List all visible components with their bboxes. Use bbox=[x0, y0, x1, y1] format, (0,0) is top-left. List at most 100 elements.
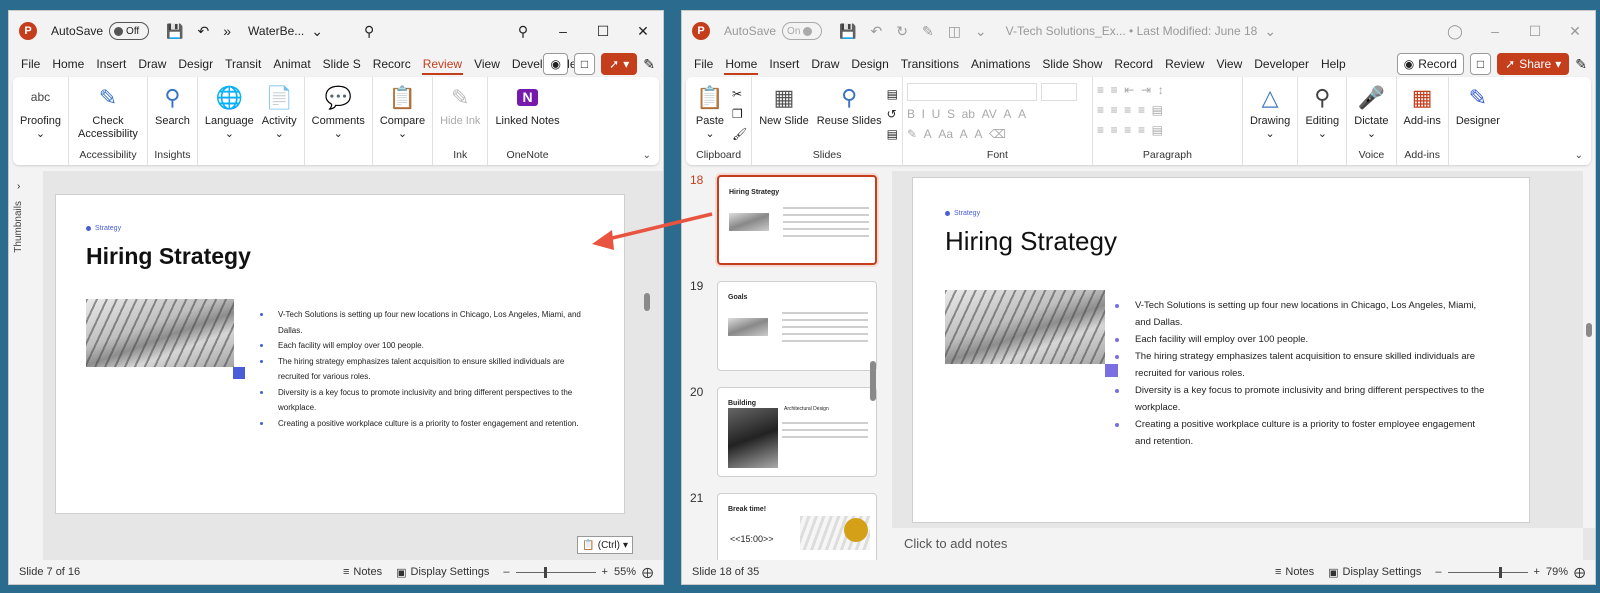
tab-animations[interactable]: Animat bbox=[267, 51, 316, 77]
display-settings-button[interactable]: ▣ Display Settings bbox=[1328, 566, 1421, 579]
check-accessibility-button[interactable]: ✎ Check Accessibility bbox=[73, 81, 143, 149]
tab-insert[interactable]: Insert bbox=[763, 51, 805, 77]
zoom-level[interactable]: 55% bbox=[614, 566, 636, 578]
document-title[interactable]: V-Tech Solutions_Ex... • Last Modified: … bbox=[1006, 24, 1258, 38]
addins-button[interactable]: ▦ Add-ins bbox=[1401, 81, 1444, 149]
vertical-scrollbar-thumb[interactable] bbox=[644, 293, 650, 311]
font-color-icons[interactable]: ✎ A Aa A A ⌫ bbox=[907, 127, 1088, 141]
tab-developer[interactable]: Developer bbox=[1248, 51, 1315, 77]
compare-button[interactable]: 📋 Compare ⌄ bbox=[377, 81, 428, 149]
linked-notes-button[interactable]: N Linked Notes bbox=[492, 81, 562, 149]
lightbulb-icon[interactable]: ⚲ bbox=[503, 23, 543, 40]
align-icons[interactable]: ≡ ≡ ≡ ≡ ▤ bbox=[1097, 123, 1238, 137]
format-painter-icon[interactable]: 🖌 bbox=[732, 127, 747, 141]
tab-file[interactable]: File bbox=[688, 51, 719, 77]
copy-icon[interactable]: ❐ bbox=[732, 107, 747, 121]
dictate-button[interactable]: 🎤 Dictate ⌄ bbox=[1351, 81, 1391, 149]
tab-review[interactable]: Review bbox=[1159, 51, 1210, 77]
search-button[interactable]: ⚲ Search bbox=[152, 81, 193, 149]
lightbulb-icon[interactable]: ◯ bbox=[1435, 23, 1475, 40]
zoom-level[interactable]: 79% bbox=[1546, 566, 1568, 578]
zoom-slider-knob[interactable] bbox=[544, 566, 548, 578]
slide-title[interactable]: Hiring Strategy bbox=[86, 243, 251, 270]
tab-draw[interactable]: Draw bbox=[805, 51, 845, 77]
pen-icon[interactable]: ✎ bbox=[922, 23, 934, 40]
comments-button[interactable]: □ bbox=[573, 53, 596, 75]
zoom-control[interactable]: – + 79% ⨁ bbox=[1435, 566, 1585, 579]
autosave-toggle[interactable]: Off bbox=[109, 22, 150, 40]
file-name[interactable]: WaterBe... bbox=[248, 24, 304, 38]
undo-icon[interactable]: ↶ bbox=[197, 23, 209, 40]
record-button[interactable]: ◉ bbox=[543, 53, 568, 75]
redo-icon[interactable]: ↻ bbox=[896, 23, 908, 40]
zoom-in-icon[interactable]: + bbox=[1534, 566, 1540, 578]
undo-icon[interactable]: ↶ bbox=[870, 23, 882, 40]
thumbnail-slide-19[interactable]: Goals bbox=[717, 281, 877, 371]
collapse-ribbon-icon[interactable]: ⌄ bbox=[643, 150, 651, 161]
tab-file[interactable]: File bbox=[15, 51, 46, 77]
tab-transitions[interactable]: Transit bbox=[219, 51, 267, 77]
presenter-icon[interactable]: ◫ bbox=[948, 23, 961, 40]
tab-record[interactable]: Record bbox=[1108, 51, 1159, 77]
section-icon[interactable]: ▤ bbox=[887, 127, 898, 141]
thumbnails-collapsed-pane[interactable]: › Thumbnails bbox=[9, 171, 35, 560]
proofing-button[interactable]: abc Proofing ⌄ bbox=[17, 81, 64, 149]
tab-record[interactable]: Recorc bbox=[367, 51, 417, 77]
chevron-down-icon[interactable]: ⌄ bbox=[311, 23, 323, 40]
comments-button[interactable]: □ bbox=[1469, 53, 1492, 75]
cut-icon[interactable]: ✂ bbox=[732, 87, 747, 101]
close-icon[interactable]: ✕ bbox=[1555, 23, 1595, 40]
minimize-icon[interactable]: – bbox=[543, 23, 583, 39]
close-icon[interactable]: ✕ bbox=[623, 23, 663, 40]
activity-button[interactable]: 📄 Activity ⌄ bbox=[259, 81, 300, 149]
zoom-out-icon[interactable]: – bbox=[503, 566, 509, 578]
fit-slide-icon[interactable]: ⨁ bbox=[1574, 566, 1585, 579]
tab-review[interactable]: Review bbox=[417, 51, 468, 77]
zoom-in-icon[interactable]: + bbox=[602, 566, 608, 578]
notes-button[interactable]: ≡ Notes bbox=[343, 566, 382, 578]
tab-help[interactable]: Help bbox=[1315, 51, 1352, 77]
tab-design[interactable]: Design bbox=[845, 51, 894, 77]
tab-view[interactable]: View bbox=[1210, 51, 1248, 77]
notes-button[interactable]: ≡ Notes bbox=[1275, 566, 1314, 578]
direction-icons[interactable]: ≡ ≡ ≡ ≡ ▤ bbox=[1097, 103, 1238, 117]
save-icon[interactable]: 💾 bbox=[166, 23, 183, 40]
reset-icon[interactable]: ↺ bbox=[887, 107, 898, 121]
list-icons[interactable]: ≡ ≡ ⇤ ⇥ ↕ bbox=[1097, 83, 1238, 97]
language-button[interactable]: 🌐 Language ⌄ bbox=[202, 81, 257, 149]
more-commands-icon[interactable]: ⌄ bbox=[975, 23, 987, 40]
slide-bullets[interactable]: V-Tech Solutions is setting up four new … bbox=[260, 307, 588, 431]
more-commands-icon[interactable]: » bbox=[223, 23, 231, 39]
thumbnails-scrollbar-thumb[interactable] bbox=[870, 361, 876, 401]
autosave-toggle[interactable]: On bbox=[782, 22, 823, 40]
zoom-control[interactable]: – + 55% ⨁ bbox=[503, 566, 653, 579]
notes-pane[interactable]: Click to add notes bbox=[892, 528, 1583, 560]
slide-bullets[interactable]: V-Tech Solutions is setting up four new … bbox=[1115, 297, 1485, 450]
pen-icon[interactable]: ✎ bbox=[643, 56, 655, 73]
zoom-slider[interactable] bbox=[515, 566, 596, 578]
tab-transitions[interactable]: Transitions bbox=[895, 51, 965, 77]
collapse-ribbon-icon[interactable]: ⌄ bbox=[1575, 150, 1583, 161]
tab-animations[interactable]: Animations bbox=[965, 51, 1036, 77]
fit-slide-icon[interactable]: ⨁ bbox=[642, 566, 653, 579]
tab-design[interactable]: Desigr bbox=[172, 51, 219, 77]
vertical-scrollbar-thumb[interactable] bbox=[1586, 323, 1592, 337]
maximize-icon[interactable]: ☐ bbox=[583, 23, 623, 40]
zoom-out-icon[interactable]: – bbox=[1435, 566, 1441, 578]
vertical-scrollbar[interactable] bbox=[1583, 171, 1595, 528]
chevron-down-icon[interactable]: ⌄ bbox=[1264, 23, 1276, 40]
expand-thumbnails-icon[interactable]: › bbox=[17, 181, 20, 192]
paste-options-button[interactable]: 📋 (Ctrl) ▾ bbox=[577, 536, 633, 554]
tab-slide-show[interactable]: Slide Show bbox=[1036, 51, 1108, 77]
pen-icon[interactable]: ✎ bbox=[1575, 56, 1587, 73]
comments-ribbon-button[interactable]: 💬 Comments ⌄ bbox=[309, 81, 368, 149]
tab-home[interactable]: Home bbox=[719, 51, 763, 77]
minimize-icon[interactable]: – bbox=[1475, 23, 1515, 39]
maximize-icon[interactable]: ☐ bbox=[1515, 23, 1555, 40]
share-button[interactable]: ➚ ▾ bbox=[601, 53, 638, 75]
font-format-icons[interactable]: B I U S ab AV A A bbox=[907, 107, 1088, 121]
record-button[interactable]: ◉ Record bbox=[1396, 53, 1464, 75]
zoom-slider[interactable] bbox=[1447, 566, 1528, 578]
escalator-photo[interactable] bbox=[945, 290, 1105, 364]
new-slide-button[interactable]: ▦ New Slide bbox=[756, 81, 812, 149]
